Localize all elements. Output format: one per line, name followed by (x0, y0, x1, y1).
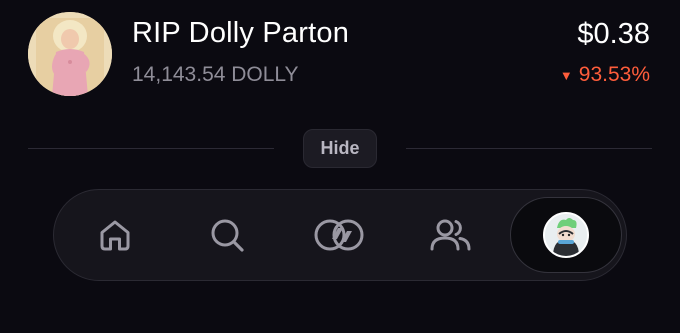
token-price: $0.38 (577, 18, 650, 50)
divider-left (28, 148, 274, 149)
home-icon (100, 220, 130, 251)
token-amount: 14,143.54 DOLLY (132, 63, 299, 86)
search-icon (211, 219, 244, 252)
price-change: ▼ 93.53% (560, 63, 650, 87)
nav-home-button[interactable] (70, 190, 160, 280)
nav-search-button[interactable] (182, 190, 272, 280)
token-avatar (28, 12, 112, 96)
tokens-icon (314, 219, 364, 251)
divider-right (406, 148, 652, 149)
nav-tokens-button[interactable] (294, 190, 384, 280)
token-avatar-image (28, 12, 112, 96)
bottom-nav-bar (53, 189, 627, 281)
profile-avatar (543, 212, 589, 258)
nav-social-button[interactable] (406, 190, 496, 280)
price-change-value: 93.53% (578, 63, 650, 86)
hide-button[interactable]: Hide (303, 129, 377, 168)
token-name: RIP Dolly Parton (132, 17, 350, 49)
token-row[interactable]: RIP Dolly Parton 14,143.54 DOLLY $0.38 ▼… (0, 0, 680, 120)
social-icon (430, 219, 471, 251)
nav-profile-button[interactable] (510, 197, 622, 273)
profile-avatar-image (545, 214, 587, 256)
down-triangle-icon: ▼ (559, 67, 573, 83)
